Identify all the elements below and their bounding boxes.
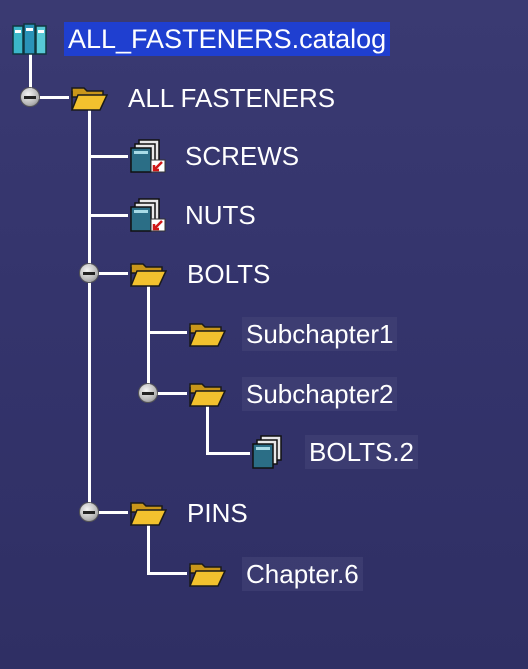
- folder-open-icon: [188, 556, 226, 592]
- tree-root-label: ALL_FASTENERS.catalog: [64, 22, 391, 56]
- tree-node-label: BOLTS.2: [305, 435, 419, 469]
- tree-node-label: BOLTS: [187, 259, 271, 289]
- tree-connector: [88, 214, 128, 217]
- tree-root[interactable]: ALL_FASTENERS.catalog: [10, 20, 391, 58]
- tree-node-subchapter1[interactable]: Subchapter1: [188, 316, 398, 352]
- document-stack-link-icon: [129, 138, 167, 174]
- tree-node-pins[interactable]: PINS: [129, 495, 252, 531]
- tree-connector: [147, 572, 187, 575]
- tree-connector: [88, 155, 128, 158]
- tree-node-bolts-2[interactable]: BOLTS.2: [251, 434, 419, 470]
- document-stack-link-icon: [129, 197, 167, 233]
- tree-node-label: NUTS: [185, 200, 256, 230]
- tree-node-label: ALL FASTENERS: [128, 83, 336, 113]
- tree-node-subchapter2[interactable]: Subchapter2: [188, 376, 398, 412]
- tree-connector: [147, 331, 187, 334]
- tree-node-label: SCREWS: [185, 141, 300, 171]
- tree-connector: [147, 286, 150, 394]
- collapse-toggle-all-fasteners[interactable]: [21, 88, 39, 106]
- tree-node-chapter-6[interactable]: Chapter.6: [188, 556, 363, 592]
- folder-open-icon: [188, 376, 226, 412]
- document-stack-icon: [251, 434, 285, 470]
- specification-tree: ALL_FASTENERS.catalog ALL FASTENERS SCRE…: [0, 0, 528, 669]
- tree-node-nuts[interactable]: NUTS: [129, 197, 260, 233]
- tree-connector: [147, 524, 150, 574]
- tree-connector: [206, 452, 250, 455]
- tree-node-label: PINS: [187, 498, 248, 528]
- catalog-books-icon: [10, 20, 50, 58]
- folder-open-icon: [129, 256, 167, 292]
- tree-node-label: Chapter.6: [242, 557, 363, 591]
- folder-open-icon: [188, 316, 226, 352]
- collapse-toggle-pins[interactable]: [80, 503, 98, 521]
- tree-node-label: Subchapter2: [242, 377, 398, 411]
- tree-node-screws[interactable]: SCREWS: [129, 138, 303, 174]
- folder-open-icon: [70, 80, 108, 116]
- tree-connector: [88, 108, 91, 512]
- folder-open-icon: [129, 495, 167, 531]
- tree-node-label: Subchapter1: [242, 317, 398, 351]
- collapse-toggle-bolts[interactable]: [80, 264, 98, 282]
- tree-node-all-fasteners[interactable]: ALL FASTENERS: [70, 80, 339, 116]
- collapse-toggle-subchapter2[interactable]: [139, 384, 157, 402]
- tree-node-bolts[interactable]: BOLTS: [129, 256, 274, 292]
